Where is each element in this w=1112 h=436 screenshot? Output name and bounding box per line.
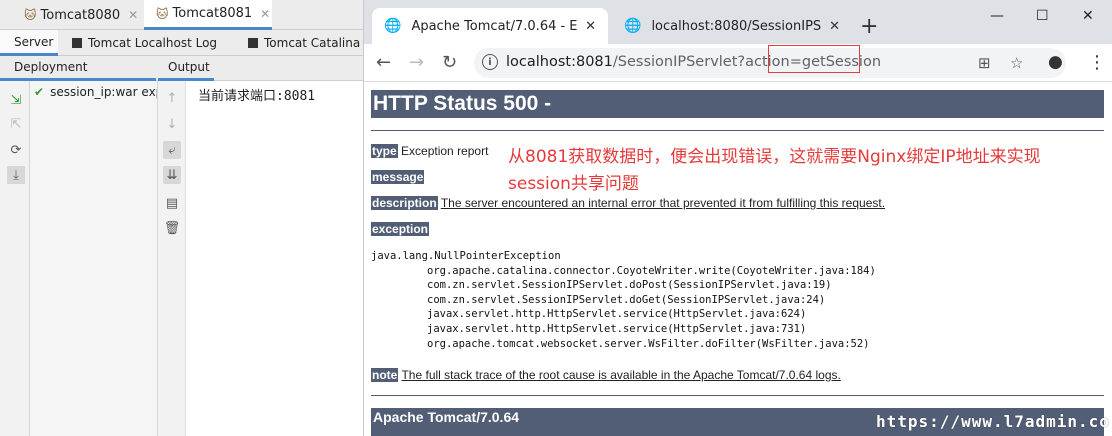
note-line: note The full stack trace of the root ca…	[371, 368, 841, 382]
type-label: type	[371, 144, 398, 158]
annotation-line: 从8081获取数据时，便会出现错误，这就需要Nginx绑定IP地址来实现	[508, 147, 1041, 167]
tab-tomcat8081[interactable]: 🐱 Tomcat8081 ✕	[144, 0, 272, 30]
list-item[interactable]: ✔ session_ip:war exp	[34, 85, 158, 99]
browser-toolbar: ← → ↻ i localhost:8081/SessionIPServlet?…	[364, 44, 1112, 82]
tab-label: Deployment	[14, 60, 88, 74]
maximize-icon[interactable]: ☐	[1036, 8, 1049, 24]
deployment-list: ✔ session_ip:war exp	[30, 81, 158, 436]
undeploy-icon[interactable]: ⇱	[7, 115, 25, 133]
stack-line: com.zn.servlet.SessionIPServlet.doPost(S…	[427, 279, 832, 292]
print-icon[interactable]: ▤	[163, 194, 181, 212]
tab-deployment[interactable]: Deployment	[0, 56, 156, 81]
description-value: The server encountered an internal error…	[440, 196, 886, 210]
stack-line: org.apache.catalina.connector.CoyoteWrit…	[427, 264, 876, 277]
address-bar[interactable]: i localhost:8081/SessionIPServlet?action…	[474, 45, 1066, 78]
reload-icon[interactable]: ↻	[442, 52, 457, 73]
tab-tomcat8080[interactable]: 🐱 Tomcat8080 ✕	[8, 0, 144, 30]
exception-line: exception	[371, 222, 430, 236]
browser-window: 🌐 Apache Tomcat/7.0.64 - Error r ✕ 🌐 loc…	[364, 0, 1112, 436]
close-icon[interactable]: ✕	[128, 8, 138, 22]
page-title: HTTP Status 500 -	[371, 90, 1104, 118]
stack-line: javax.servlet.http.HttpServlet.service(H…	[427, 308, 807, 321]
stack-line: org.apache.tomcat.websocket.server.WsFil…	[427, 337, 870, 350]
annotation-text: 从8081获取数据时，便会出现错误，这就需要Nginx绑定IP地址来实现 ses…	[508, 144, 1108, 198]
tab-label: Tomcat8080	[40, 7, 121, 23]
tab-label: Server	[14, 34, 54, 49]
stack-trace: java.lang.NullPointerException org.apache…	[371, 249, 876, 351]
message-label: message	[371, 170, 425, 184]
service-tab-bar: Server Tomcat Localhost Log Tomcat Catal…	[0, 30, 363, 56]
tab-label: Tomcat8081	[172, 6, 253, 21]
tab-server[interactable]: Server	[0, 30, 58, 56]
divider	[371, 130, 1104, 131]
output-toolbar: ↑ ↓ ⤶ ⇊ ▤ 🗑	[158, 81, 186, 436]
editor-tab-bar: 🐱 Tomcat8080 ✕ 🐱 Tomcat8081 ✕	[0, 0, 363, 30]
star-icon[interactable]: ☆	[1010, 54, 1023, 72]
url-highlight-box	[768, 45, 860, 73]
close-window-icon[interactable]: ✕	[1082, 8, 1094, 24]
pane-headers: Deployment Output	[0, 56, 363, 81]
close-icon[interactable]: ✕	[585, 19, 596, 34]
tab-title: localhost:8080/SessionIPServle	[651, 18, 822, 34]
close-icon[interactable]: ✕	[829, 19, 840, 34]
output-console: 当前请求端口:8081	[186, 81, 363, 436]
tab-label: Tomcat Catalina Lo	[264, 36, 363, 50]
tab-label: Output	[168, 60, 210, 74]
tomcat-icon: 🐱	[156, 6, 169, 21]
stack-line: java.lang.NullPointerException	[371, 250, 561, 262]
translate-icon[interactable]: ⊞	[978, 54, 991, 72]
deploy-all-icon[interactable]: ⤓	[7, 166, 25, 184]
divider	[371, 395, 1104, 396]
watermark: https://www.l7admin.co	[876, 412, 1110, 431]
page-content: HTTP Status 500 - type Exception report …	[364, 82, 1112, 436]
artifact-label: session_ip:war exp	[50, 85, 158, 99]
note-value: The full stack trace of the root cause i…	[401, 368, 841, 382]
ide-window: 🐱 Tomcat8080 ✕ 🐱 Tomcat8081 ✕ Server Tom…	[0, 0, 364, 436]
close-icon[interactable]: ✕	[260, 7, 270, 21]
tab-label: Tomcat Localhost Log	[88, 36, 218, 50]
arrow-up-icon[interactable]: ↑	[163, 89, 181, 107]
browser-tab-localhost8080[interactable]: 🌐 localhost:8080/SessionIPServle ✕	[612, 8, 852, 44]
forward-icon[interactable]: →	[409, 52, 424, 73]
exception-label: exception	[371, 222, 430, 236]
browser-tab-error[interactable]: 🌐 Apache Tomcat/7.0.64 - Error r ✕	[372, 8, 608, 44]
soft-wrap-icon[interactable]: ⤶	[163, 141, 181, 159]
tab-localhost-log[interactable]: Tomcat Localhost Log	[70, 30, 217, 56]
server-toolbar: ⇲ ⇱ ⟳ ⤓	[0, 81, 30, 436]
refresh-icon[interactable]: ⟳	[7, 141, 25, 159]
tab-title: Apache Tomcat/7.0.64 - Error r	[411, 18, 578, 34]
type-value: Exception report	[401, 144, 489, 158]
new-tab-button[interactable]: +	[860, 14, 878, 39]
globe-icon: 🌐	[624, 18, 642, 34]
info-icon[interactable]: i	[482, 54, 498, 70]
tab-catalina-log[interactable]: Tomcat Catalina Lo	[246, 30, 363, 56]
scroll-to-end-icon[interactable]: ⇊	[163, 166, 181, 184]
deploy-icon[interactable]: ⇲	[7, 91, 25, 109]
log-icon	[248, 38, 258, 48]
log-icon	[72, 38, 82, 48]
menu-icon[interactable]: ⋮	[1088, 52, 1106, 73]
description-line: description The server encountered an in…	[371, 196, 885, 210]
tomcat-icon: 🐱	[24, 8, 37, 22]
arrow-down-icon[interactable]: ↓	[163, 115, 181, 133]
type-line: type Exception report	[371, 144, 488, 158]
check-icon: ✔	[34, 85, 45, 99]
description-label: description	[371, 196, 438, 210]
message-line: message	[371, 170, 425, 184]
console-line: 当前请求端口:8081	[198, 89, 316, 104]
stack-line: com.zn.servlet.SessionIPServlet.doGet(Se…	[427, 293, 826, 306]
annotation-line: session共享问题	[508, 174, 639, 194]
url-host: localhost:8081	[506, 54, 613, 70]
profile-icon[interactable]: ●	[1048, 52, 1063, 72]
browser-tab-strip: 🌐 Apache Tomcat/7.0.64 - Error r ✕ 🌐 loc…	[364, 0, 1112, 44]
trash-icon[interactable]: 🗑	[163, 219, 181, 237]
back-icon[interactable]: ←	[376, 52, 391, 73]
tab-output[interactable]: Output	[158, 56, 214, 81]
stack-line: javax.servlet.http.HttpServlet.service(H…	[427, 322, 807, 335]
note-label: note	[371, 368, 399, 382]
globe-icon: 🌐	[384, 18, 402, 34]
minimize-icon[interactable]: —	[990, 8, 1004, 24]
